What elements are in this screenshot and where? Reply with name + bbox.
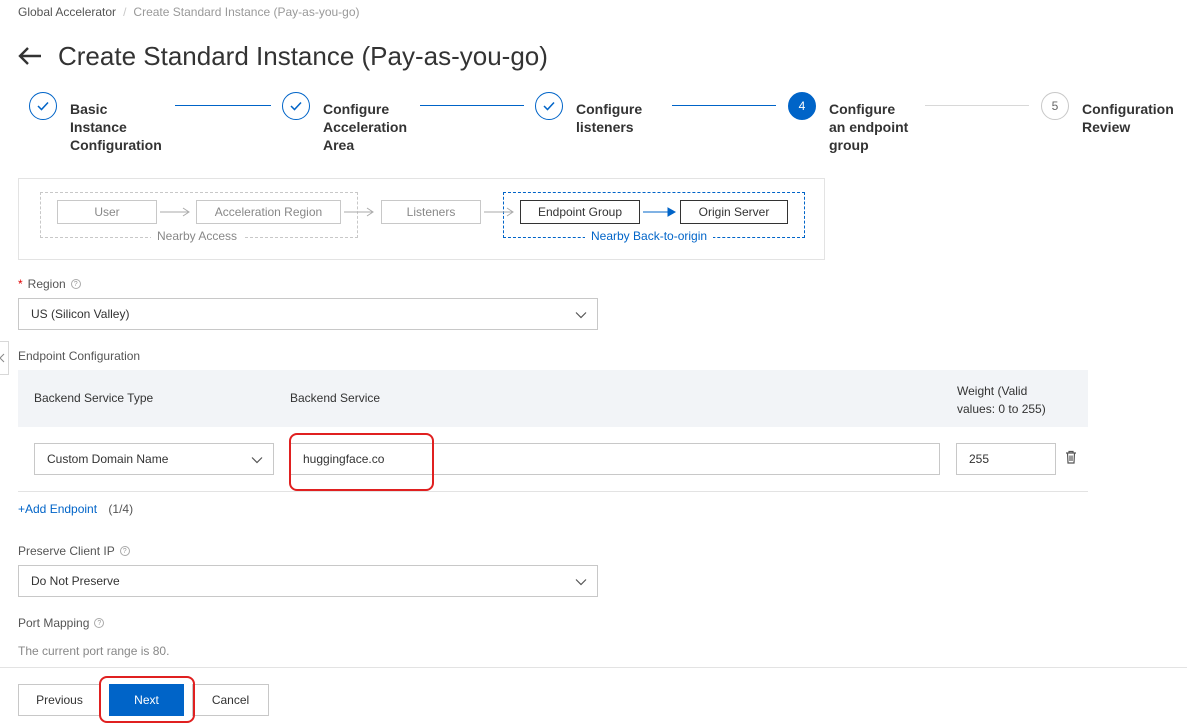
step-4-label: Configure an endpoint group <box>829 101 909 153</box>
wizard-steps: Basic Instance Configuration Configure A… <box>29 92 1187 162</box>
arrow-right-icon <box>643 207 677 217</box>
footer-bar: Previous Next Cancel <box>0 667 1187 725</box>
column-header-weight: Weight (Valid values: 0 to 255) <box>957 384 1046 416</box>
endpoint-count: (1/4) <box>108 502 134 516</box>
table-header: Backend Service Type Backend Service Wei… <box>18 370 1088 427</box>
chevron-left-icon <box>0 353 5 363</box>
help-icon[interactable]: ? <box>119 546 130 556</box>
help-icon[interactable]: ? <box>70 279 81 289</box>
step-4: 4 Configure an endpoint group <box>788 92 908 154</box>
topology-endpoint-group: Endpoint Group <box>520 200 640 224</box>
region-select[interactable]: US (Silicon Valley) <box>18 298 598 330</box>
help-icon[interactable]: ? <box>94 618 105 628</box>
back-arrow-icon[interactable] <box>18 38 44 74</box>
check-icon <box>282 92 310 120</box>
trash-icon[interactable] <box>1065 450 1077 464</box>
arrow-right-icon <box>344 207 374 217</box>
preserve-client-ip-label: Preserve Client IP ? <box>18 544 130 558</box>
chevron-down-icon <box>575 312 587 319</box>
breadcrumb: Global Accelerator / Create Standard Ins… <box>18 5 360 19</box>
port-range-note: The current port range is 80. <box>18 644 170 658</box>
check-icon <box>535 92 563 120</box>
topology-acceleration-region: Acceleration Region <box>196 200 341 224</box>
step-3-label: Configure listeners <box>576 101 643 135</box>
topology-listeners: Listeners <box>381 200 481 224</box>
page-header: Create Standard Instance (Pay-as-you-go) <box>18 38 548 74</box>
breadcrumb-root-link[interactable]: Global Accelerator <box>18 5 116 19</box>
weight-input[interactable]: 255 <box>956 443 1056 475</box>
nearby-back-to-origin-caption: Nearby Back-to-origin <box>585 229 714 243</box>
add-endpoint-row: +Add Endpoint (1/4) <box>18 502 133 516</box>
topology-user: User <box>57 200 157 224</box>
add-endpoint-link[interactable]: +Add Endpoint <box>18 502 97 516</box>
nearby-access-caption: Nearby Access <box>151 229 244 243</box>
port-mapping-label: Port Mapping ? <box>18 616 105 630</box>
cancel-button[interactable]: Cancel <box>192 684 269 716</box>
topology-origin-server: Origin Server <box>680 200 788 224</box>
preserve-client-ip-select[interactable]: Do Not Preserve <box>18 565 598 597</box>
next-button-highlight <box>99 676 195 723</box>
breadcrumb-current: Create Standard Instance (Pay-as-you-go) <box>133 5 360 19</box>
backend-service-highlight <box>289 433 434 491</box>
step-2-label: Configure Acceleration Area <box>323 101 408 153</box>
column-header-type: Backend Service Type <box>34 391 154 405</box>
previous-button[interactable]: Previous <box>18 684 101 716</box>
arrow-right-icon <box>484 207 514 217</box>
step-5-number: 5 <box>1041 92 1069 120</box>
topology-diagram: User Acceleration Region Listeners Endpo… <box>18 178 825 260</box>
step-connector <box>420 105 524 106</box>
step-2: Configure Acceleration Area <box>282 92 407 154</box>
step-connector <box>672 105 776 106</box>
endpoint-table: Backend Service Type Backend Service Wei… <box>18 370 1088 492</box>
step-1-label: Basic Instance Configuration <box>70 101 162 153</box>
preserve-client-ip-value: Do Not Preserve <box>31 574 120 588</box>
breadcrumb-separator: / <box>123 5 127 19</box>
step-connector <box>925 105 1029 106</box>
step-5-label: Configuration Review <box>1082 101 1174 135</box>
step-connector <box>175 105 271 106</box>
check-icon <box>29 92 57 120</box>
step-4-number: 4 <box>788 92 816 120</box>
region-label: * Region ? <box>18 277 81 291</box>
required-marker: * <box>18 277 23 291</box>
step-3: Configure listeners <box>535 92 642 136</box>
column-header-service: Backend Service <box>290 391 381 405</box>
table-row: Custom Domain Name huggingface.co 255 <box>18 427 1088 492</box>
arrow-right-icon <box>160 207 190 217</box>
backend-service-type-select[interactable]: Custom Domain Name <box>34 443 274 475</box>
step-5: 5 Configuration Review <box>1041 92 1174 136</box>
page-title: Create Standard Instance (Pay-as-you-go) <box>58 40 548 71</box>
chevron-down-icon <box>575 579 587 586</box>
collapse-panel-tab[interactable] <box>0 341 9 375</box>
chevron-down-icon <box>251 457 263 464</box>
endpoint-configuration-label: Endpoint Configuration <box>18 349 141 363</box>
step-1: Basic Instance Configuration <box>29 92 162 154</box>
region-select-value: US (Silicon Valley) <box>31 307 130 321</box>
